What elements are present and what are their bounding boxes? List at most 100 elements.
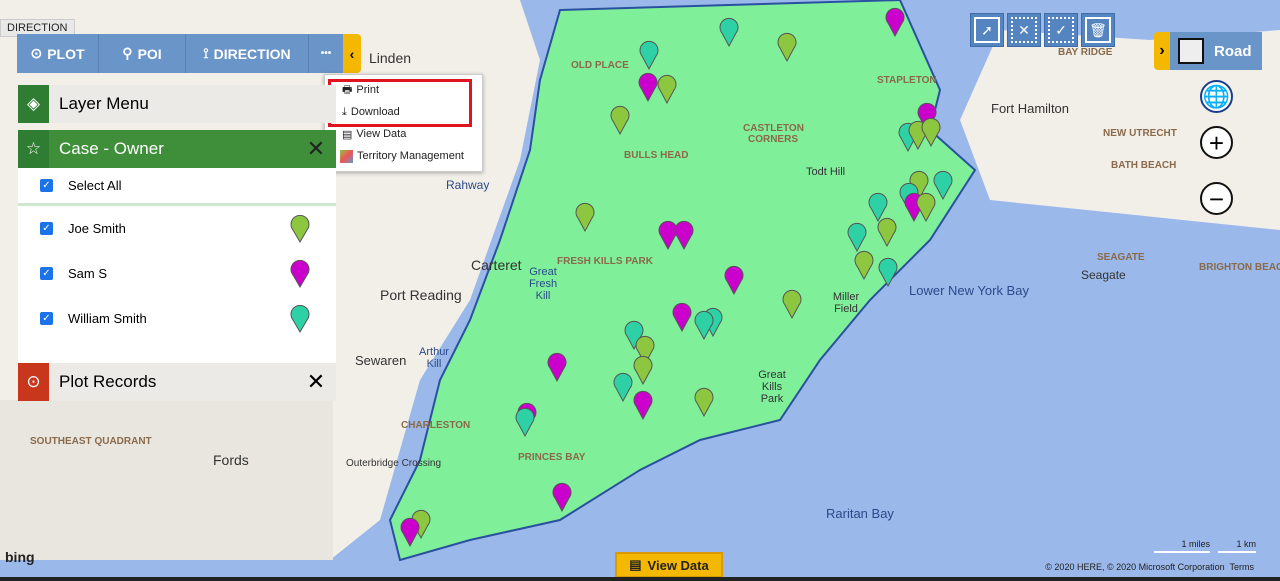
select-tool-button[interactable]: ➚ [970, 13, 1004, 47]
location-icon: ⊙ [18, 363, 49, 401]
copyright: © 2020 HERE, © 2020 Microsoft Corporatio… [1045, 562, 1254, 572]
layer-menu-panel: ◈ Layer Menu [18, 85, 336, 123]
menu-item-territory-management[interactable]: Territory Management [325, 145, 482, 167]
direction-button[interactable]: ⟟ DIRECTION [186, 34, 309, 73]
checkbox[interactable]: ✓ [40, 179, 53, 192]
map-label: CHARLESTON [401, 420, 471, 431]
map-label: BULLS HEAD [624, 150, 689, 161]
map-label: BRIGHTON BEACH [1199, 262, 1280, 273]
map-label: Fort Hamilton [991, 101, 1070, 116]
map-label: Arthur Kill [419, 346, 449, 370]
chevron-left-icon: ‹ [349, 45, 355, 62]
selection-tools: ➚ ✕ ✓ 🗑 [970, 13, 1118, 47]
view-data-button[interactable]: ▤ View Data [615, 552, 723, 578]
confirm-selection-button[interactable]: ✓ [1044, 13, 1078, 47]
map-label: STAPLETON [877, 75, 937, 86]
close-icon[interactable]: ✕ [296, 369, 336, 395]
locate-globe-icon[interactable]: 🌐 [1200, 80, 1233, 113]
map-label: SEAGATE [1097, 252, 1145, 263]
view-data-label: View Data [647, 557, 709, 573]
owner-name: Joe Smith [68, 221, 126, 236]
map-label: FRESH KILLS PARK [557, 256, 653, 267]
owner-name: Sam S [68, 266, 108, 281]
plot-button[interactable]: ⊙ PLOT [17, 34, 99, 73]
direction-label: DIRECTION [213, 45, 291, 62]
map-label: Great Fresh Kill [528, 266, 558, 302]
map-label: Outerbridge Crossing [346, 458, 442, 469]
owner-row[interactable]: ✓ Joe Smith [18, 206, 336, 251]
layers-icon: ◈ [18, 85, 49, 123]
case-owner-header: ☆ Case - Owner ✕ [18, 130, 336, 168]
road-map-icon [1178, 38, 1204, 64]
owner-name: William Smith [68, 311, 147, 326]
bottom-bar [0, 577, 1280, 581]
plot-records-header[interactable]: ⊙ Plot Records ✕ [18, 363, 336, 401]
map-type-button[interactable]: › Road [1154, 32, 1262, 70]
map-label: BAY RIDGE [1058, 47, 1113, 58]
map-label: Todt Hill [806, 166, 846, 178]
map-label: Sewaren [355, 353, 407, 368]
map-label: CASTLETON CORNERS [743, 123, 804, 145]
map-label: Fords [213, 452, 249, 468]
map-label: SOUTHEAST QUADRANT [30, 436, 152, 447]
territory-icon [340, 149, 353, 163]
main-toolbar: ⊙ PLOT ⚲ POI ⟟ DIRECTION ••• [17, 34, 343, 73]
poi-button[interactable]: ⚲ POI [99, 34, 186, 73]
map-label: Miller Field [832, 291, 860, 315]
deselect-icon: ✕ [1011, 17, 1037, 43]
poi-icon: ⚲ [122, 45, 133, 61]
owner-row[interactable]: ✓ William Smith [18, 296, 336, 341]
delete-button[interactable]: 🗑 [1081, 13, 1115, 47]
table-icon: ▤ [342, 128, 353, 141]
map-label: NEW UTRECHT [1103, 128, 1177, 139]
more-button[interactable]: ••• [309, 34, 343, 73]
poi-label: POI [137, 45, 162, 62]
map-label: Raritan Bay [826, 506, 894, 521]
table-icon: ▤ [629, 557, 642, 572]
map-pin-icon: ⊙ [30, 45, 43, 61]
zoom-out-button[interactable]: − [1200, 182, 1233, 215]
terms-link[interactable]: Terms [1230, 562, 1255, 572]
owner-row[interactable]: ✓ Sam S [18, 251, 336, 296]
checkbox[interactable]: ✓ [40, 312, 53, 325]
map-label: OLD PLACE [571, 60, 629, 71]
check-select-icon: ✓ [1048, 17, 1074, 43]
plot-label: PLOT [47, 45, 85, 62]
layer-menu-header[interactable]: ◈ Layer Menu [18, 85, 336, 123]
clear-selection-button[interactable]: ✕ [1007, 13, 1041, 47]
trash-icon: 🗑 [1085, 17, 1111, 43]
select-all-row[interactable]: ✓ Select All [18, 168, 336, 206]
cursor-select-icon: ➚ [974, 17, 1000, 43]
map-label: Lower New York Bay [909, 283, 1029, 298]
close-icon[interactable]: ✕ [296, 136, 336, 162]
pin-icon [290, 259, 310, 288]
menu-label: Territory Management [357, 150, 464, 162]
map-label: Great Kills Park [758, 369, 786, 405]
map-label: Rahway [446, 178, 490, 192]
scale-miles: 1 miles [1154, 539, 1210, 553]
map-label: Port Reading [380, 287, 462, 303]
pin-icon [290, 304, 310, 333]
more-icon: ••• [320, 48, 332, 59]
copyright-text: © 2020 HERE, © 2020 Microsoft Corporatio… [1045, 562, 1225, 572]
menu-label: View Data [356, 128, 407, 140]
pin-icon [290, 214, 310, 243]
route-icon: ⟟ [203, 45, 209, 61]
map-label: BATH BEACH [1111, 160, 1177, 171]
bing-logo: bing [5, 549, 35, 565]
checkbox[interactable]: ✓ [40, 222, 53, 235]
star-icon: ☆ [18, 130, 49, 168]
select-all-label: Select All [68, 178, 122, 193]
map-label: Seagate [1081, 268, 1126, 282]
scale-km: 1 km [1218, 539, 1256, 553]
zoom-in-button[interactable]: + [1200, 126, 1233, 159]
layer-menu-title: Layer Menu [59, 94, 149, 113]
checkbox[interactable]: ✓ [40, 267, 53, 280]
map-type-label: Road [1214, 42, 1252, 60]
case-owner-panel: ☆ Case - Owner ✕ ✓ Select All ✓ Joe Smith ✓ S… [18, 130, 336, 393]
toolbar-collapse-button[interactable]: ‹ [343, 34, 361, 73]
map-label: PRINCES BAY [518, 452, 586, 463]
plot-records-panel: ⊙ Plot Records ✕ [18, 363, 336, 401]
plot-records-title: Plot Records [59, 372, 157, 391]
map-label: Carteret [471, 257, 522, 273]
